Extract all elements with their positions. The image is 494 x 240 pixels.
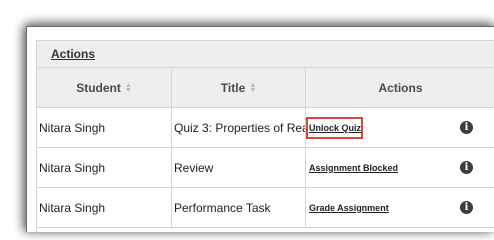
actions-panel: Actions Student ▲ ▼ Title ▲ ▼ Actions Nita… (36, 40, 494, 232)
sort-arrows-icon: ▲ ▼ (124, 81, 132, 94)
table-cell-student: Nitara Singh (37, 148, 172, 188)
table-cell-title: Quiz 3: Properties of Real N (172, 108, 306, 148)
column-header-actions: Actions (306, 68, 494, 108)
info-icon[interactable]: i (460, 121, 473, 134)
table-cell-actions: Grade Assignment i (306, 188, 494, 228)
info-icon[interactable]: i (460, 161, 473, 174)
table-cell-student: Nitara Singh (37, 108, 172, 148)
column-header-student[interactable]: Student ▲ ▼ (37, 68, 172, 108)
table-cell-actions: Unlock Quiz i (306, 108, 494, 148)
panel-header-actions-link[interactable]: Actions (51, 47, 95, 61)
panel-header: Actions (37, 41, 494, 68)
table-cell-student: Nitara Singh (37, 188, 172, 228)
column-header-title[interactable]: Title ▲ ▼ (172, 68, 306, 108)
unlock-quiz-link[interactable]: Unlock Quiz (309, 123, 361, 133)
column-header-label: Title (220, 80, 246, 95)
table-cell-title: Review (172, 148, 306, 188)
column-header-label: Student (76, 80, 121, 95)
assignment-blocked-link[interactable]: Assignment Blocked (309, 163, 398, 173)
column-header-label: Actions (378, 80, 423, 95)
sort-arrows-icon: ▲ ▼ (249, 81, 257, 94)
info-icon[interactable]: i (460, 201, 473, 214)
table-cell-title: Performance Task (172, 188, 306, 228)
table-cell-actions: Assignment Blocked i (306, 148, 494, 188)
grade-assignment-link[interactable]: Grade Assignment (309, 203, 389, 213)
